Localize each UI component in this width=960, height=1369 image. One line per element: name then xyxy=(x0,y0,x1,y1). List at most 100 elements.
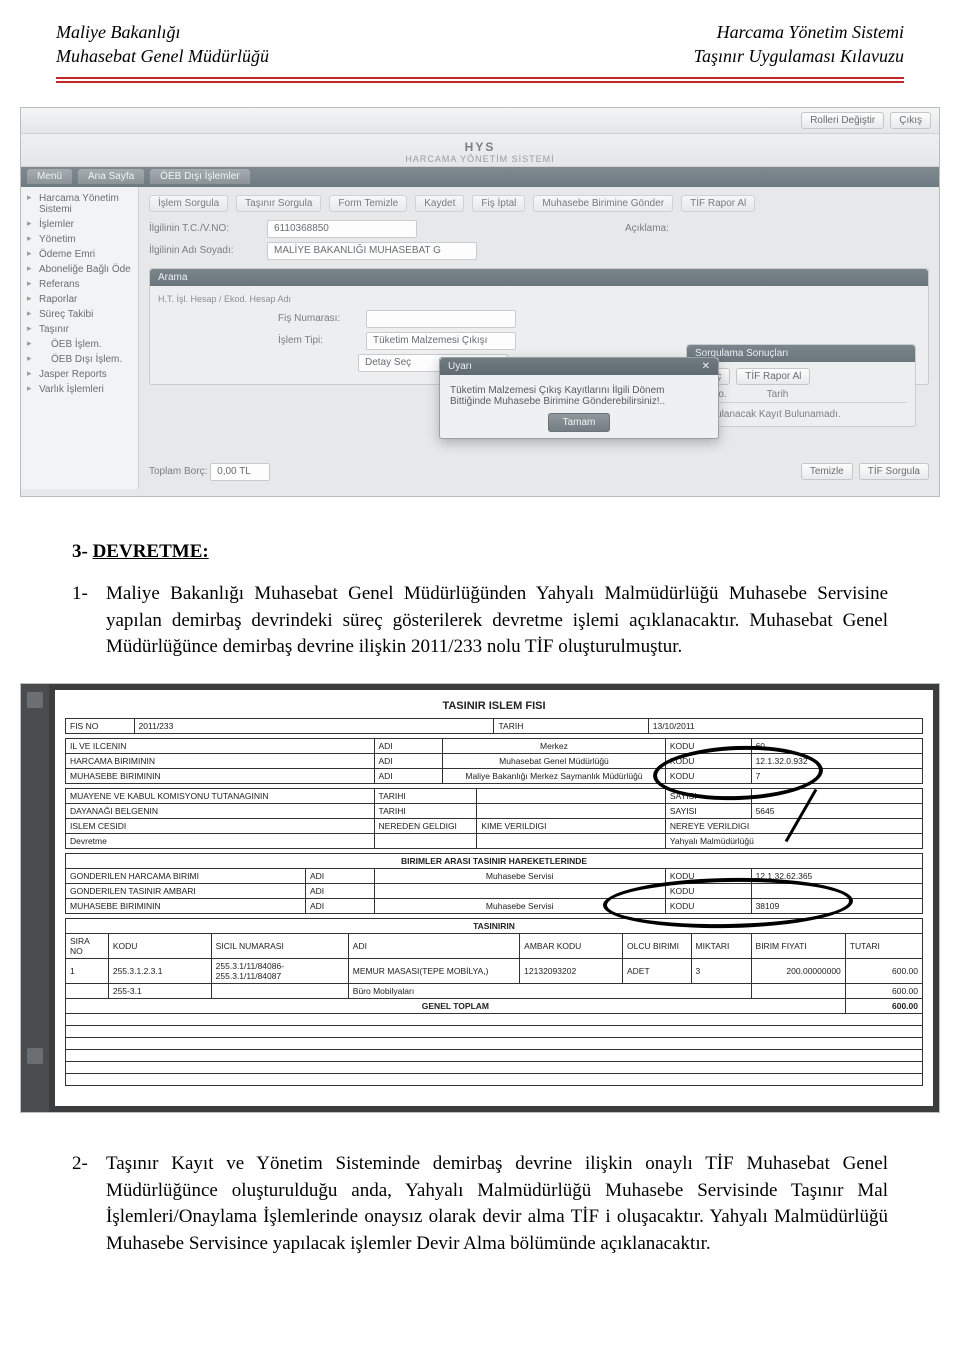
arama-cols: H.T. İşl. Hesap / Ekod. Hesap Adı xyxy=(158,294,920,304)
fisno-label: Fiş Numarası: xyxy=(278,313,358,324)
row1-kodu: 255.3.1.2.3.1 xyxy=(108,958,211,983)
tc-input[interactable]: 6110368850 xyxy=(267,220,417,238)
brand-subtitle: HARCAMA YÖNETİM SİSTEMİ xyxy=(21,154,939,164)
header-right-line2: Taşınır Uygulaması Kılavuzu xyxy=(694,44,904,68)
lbl-dayanak: DAYANAĞI BELGENIN xyxy=(66,803,375,818)
change-role-button[interactable]: Rolleri Değiştir xyxy=(801,112,884,129)
val-gond-ambar: Muhasebe Servisi xyxy=(374,898,665,913)
sidebar-item[interactable]: Yönetim xyxy=(25,232,134,247)
val-il-adi: Merkez xyxy=(443,738,666,753)
rapor-al-button[interactable]: TİF Rapor Al xyxy=(736,368,810,385)
table-row: 1 255.3.1.2.3.1 255.3.1/11/84086-255.3.1… xyxy=(66,958,923,983)
sidebar-item[interactable]: Ödeme Emri xyxy=(25,247,134,262)
action-toolbar: İşlem Sorgula Taşınır Sorgula Form Temiz… xyxy=(149,195,929,212)
genel-tutar: 600.00 xyxy=(845,998,922,1013)
app-tabs: Menü Ana Sayfa ÖEB Dışı İşlemler xyxy=(21,167,939,187)
header-rule xyxy=(56,77,904,83)
sect-tasinirin: TASINIRIN xyxy=(66,918,923,933)
col-kodu: KODU xyxy=(665,883,751,898)
tasinir-sorgula-button[interactable]: Taşınır Sorgula xyxy=(236,195,321,212)
tif-komisyon-table: MUAYENE VE KABUL KOMISYONU TUTANAGININ T… xyxy=(65,788,923,849)
col-kodu: KODU xyxy=(665,768,751,783)
lbl-fisno: FIS NO xyxy=(66,718,135,733)
adsoyad-label: İlgilinin Adı Soyadı: xyxy=(149,245,259,256)
sidebar-item[interactable]: Harcama Yönetim Sistemi xyxy=(25,191,134,217)
lbl-il: IL VE ILCENIN xyxy=(66,738,375,753)
col-tutari: TUTARI xyxy=(845,933,922,958)
page-header: Maliye Bakanlığı Muhasebat Genel Müdürlü… xyxy=(0,0,960,73)
sidebar-item[interactable]: ÖEB Dışı İşlem. xyxy=(25,352,134,367)
label: Kaydet xyxy=(424,198,455,209)
lbl-muayene: MUAYENE VE KABUL KOMISYONU TUTANAGININ xyxy=(66,788,375,803)
row1-sira: 1 xyxy=(66,958,109,983)
row1-ambar: 12132093202 xyxy=(520,958,623,983)
aciklama-label: Açıklama: xyxy=(625,223,735,234)
uyari-modal: Uyarı ✕ Tüketim Malzemesi Çıkış Kayıtlar… xyxy=(439,357,719,439)
lbl-muhbirim: MUHASEBE BIRIMININ xyxy=(66,768,375,783)
item1-num: 1- xyxy=(72,581,96,661)
row1-fiyat: 200.00000000 xyxy=(751,958,845,983)
tif-sorgula-button[interactable]: TİF Sorgula xyxy=(859,463,929,480)
heading: DEVRETME: xyxy=(93,541,209,562)
val-harcama-adi: Muhasebat Genel Müdürlüğü xyxy=(443,753,666,768)
islem-tipi-select[interactable]: Tüketim Malzemesi Çıkışı xyxy=(366,332,516,350)
lbl-muhbirim: MUHASEBE BIRIMININ xyxy=(66,898,306,913)
lbl-nereden: NEREDEN GELDIGI xyxy=(374,818,477,833)
row1-sicil: 255.3.1/11/84086-255.3.1/11/84087 xyxy=(211,958,348,983)
modal-message: Tüketim Malzemesi Çıkış Kayıtlarını İlgi… xyxy=(450,385,708,407)
col-sayisi: SAYISI xyxy=(665,788,751,803)
menu-tab[interactable]: Menü xyxy=(27,169,72,184)
val-fisno: 2011/233 xyxy=(134,718,494,733)
home-tab[interactable]: Ana Sayfa xyxy=(78,169,144,184)
pdf-sidebar xyxy=(21,684,49,1112)
col-kodu: KODU xyxy=(665,898,751,913)
col-tarihi: TARIHI xyxy=(374,788,477,803)
main-panel: İşlem Sorgula Taşınır Sorgula Form Temiz… xyxy=(139,187,939,489)
row2-adi: Büro Mobilyaları xyxy=(348,983,751,998)
tamam-button[interactable]: Tamam xyxy=(548,413,611,432)
sidebar-item[interactable]: İşlemler xyxy=(25,217,134,232)
sidebar-item[interactable]: Jasper Reports xyxy=(25,367,134,382)
sidebar-item[interactable]: Aboneliğe Bağlı Öde xyxy=(25,262,134,277)
fis-iptal-button[interactable]: Fiş İptal xyxy=(472,195,525,212)
exit-button[interactable]: Çıkış xyxy=(890,112,931,129)
close-icon[interactable]: ✕ xyxy=(702,361,710,372)
header-right-line1: Harcama Yönetim Sistemi xyxy=(694,20,904,44)
val-nereye: Yahyalı Malmüdürlüğü xyxy=(665,833,922,848)
col-ambarkodu: AMBAR KODU xyxy=(520,933,623,958)
val-muh-kodu: 7 xyxy=(751,768,922,783)
section-p2: 2- Taşınır Kayıt ve Yönetim Sisteminde d… xyxy=(72,1151,888,1257)
oeb-tab[interactable]: ÖEB Dışı İşlemler xyxy=(150,169,249,184)
kaydet-button[interactable]: Kaydet xyxy=(415,195,464,212)
adsoyad-input[interactable]: MALİYE BAKANLIĞI MUHASEBAT G xyxy=(267,242,477,260)
tif-title: TASINIR ISLEM FISI xyxy=(65,700,923,712)
val-il-kodu: 60 xyxy=(751,738,922,753)
lbl-harcama: HARCAMA BIRIMININ xyxy=(66,753,375,768)
sidebar-item[interactable]: Taşınır xyxy=(25,322,134,337)
col-adi: ADI xyxy=(305,898,374,913)
tif-rapor-al-button[interactable]: TİF Rapor Al xyxy=(681,195,755,212)
form-temizle-button[interactable]: Form Temizle xyxy=(329,195,407,212)
col-kodu: KODU xyxy=(665,868,751,883)
pdf-thumbnails-icon[interactable] xyxy=(27,692,43,708)
fisno-input[interactable] xyxy=(366,310,516,328)
temizle-button[interactable]: Temizle xyxy=(801,463,853,480)
label: TİF Rapor Al xyxy=(690,198,746,209)
val-gond-ambar-kodu: 38109 xyxy=(751,898,922,913)
col-kodu: KODU xyxy=(665,753,751,768)
val-sayisi: 5645 xyxy=(751,803,922,818)
sidebar-item[interactable]: Varlık İşlemleri xyxy=(25,382,134,397)
section-devretme: 3- DEVRETME: 1- Maliye Bakanlığı Muhaseb… xyxy=(72,539,888,661)
sidebar-item[interactable]: Süreç Takibi xyxy=(25,307,134,322)
pdf-attachments-icon[interactable] xyxy=(27,1048,43,1064)
sidebar-item[interactable]: Raporlar xyxy=(25,292,134,307)
sidebar-item[interactable]: Referans xyxy=(25,277,134,292)
muhasebe-gonder-button[interactable]: Muhasebe Birimine Gönder xyxy=(533,195,673,212)
col-adi: ADI xyxy=(305,868,374,883)
item2-text: Taşınır Kayıt ve Yönetim Sisteminde demi… xyxy=(106,1151,888,1257)
item1-text: Maliye Bakanlığı Muhasebat Genel Müdürlü… xyxy=(106,581,888,661)
col-miktari: MIKTARI xyxy=(691,933,751,958)
genel-label: GENEL TOPLAM xyxy=(66,998,846,1013)
sidebar-item[interactable]: ÖEB İşlem. xyxy=(25,337,134,352)
islem-sorgula-button[interactable]: İşlem Sorgula xyxy=(149,195,228,212)
